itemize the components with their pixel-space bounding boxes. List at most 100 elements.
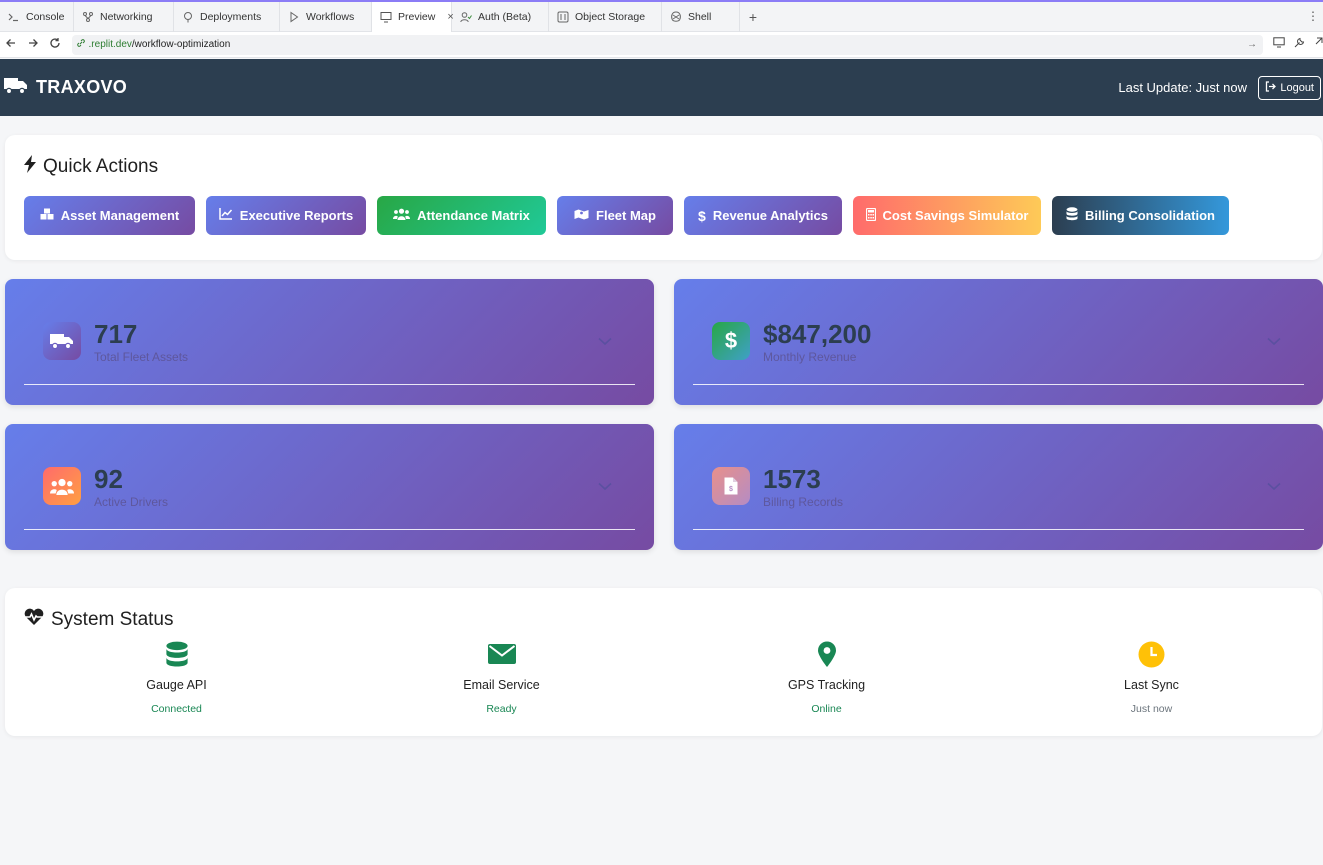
truck-icon bbox=[43, 322, 81, 360]
status-name: Gauge API bbox=[146, 678, 207, 692]
address-bar: .replit.dev/workflow-optimization → bbox=[0, 32, 1323, 58]
tab-auth[interactable]: Auth (Beta) bbox=[452, 1, 549, 32]
database-icon bbox=[14, 640, 339, 668]
users-icon bbox=[43, 467, 81, 505]
line-chart-icon bbox=[219, 208, 233, 223]
tab-label: Console bbox=[26, 10, 65, 23]
divider bbox=[24, 529, 635, 530]
chevron-down-icon[interactable] bbox=[598, 478, 612, 496]
tab-label: Networking bbox=[100, 10, 153, 23]
brand-name: TRAXOVO bbox=[36, 77, 128, 97]
cost-savings-simulator-button[interactable]: Cost Savings Simulator bbox=[853, 196, 1041, 235]
sign-out-icon bbox=[1265, 81, 1277, 95]
button-label: Billing Consolidation bbox=[1085, 208, 1215, 223]
divider bbox=[693, 529, 1304, 530]
tab-deployments[interactable]: Deployments bbox=[174, 1, 280, 32]
browser-tab-bar: Console Networking Deployments Workflows… bbox=[0, 0, 1323, 32]
shell-icon bbox=[670, 10, 682, 23]
tab-label: Object Storage bbox=[575, 10, 646, 23]
metric-card-monthly-revenue[interactable]: $ $847,200 Monthly Revenue bbox=[674, 279, 1323, 405]
app-header: TRAXOVO Last Update: Just now Logout bbox=[0, 59, 1323, 116]
fleet-map-button[interactable]: Fleet Map bbox=[557, 196, 673, 235]
envelope-icon bbox=[339, 640, 664, 668]
wrench-icon[interactable] bbox=[1293, 37, 1305, 52]
logout-label: Logout bbox=[1280, 82, 1314, 94]
metric-card-fleet-assets[interactable]: 717 Total Fleet Assets bbox=[5, 279, 654, 405]
status-state: Ready bbox=[486, 703, 517, 715]
button-label: Executive Reports bbox=[239, 208, 354, 223]
tab-object-storage[interactable]: Object Storage bbox=[549, 1, 662, 32]
divider bbox=[693, 384, 1304, 385]
url-host: .replit.dev bbox=[88, 39, 132, 50]
executive-reports-button[interactable]: Executive Reports bbox=[206, 196, 366, 235]
metric-card-billing-records[interactable]: $ 1573 Billing Records bbox=[674, 424, 1323, 550]
tab-shell[interactable]: Shell bbox=[662, 1, 740, 32]
button-label: Fleet Map bbox=[596, 208, 656, 223]
map-pin-icon bbox=[664, 640, 989, 668]
metric-value: $847,200 bbox=[763, 319, 872, 349]
monitor-icon bbox=[380, 11, 392, 23]
add-tab-button[interactable]: + bbox=[740, 9, 766, 25]
storage-icon bbox=[557, 11, 569, 23]
divider bbox=[24, 384, 635, 385]
system-status-heading: System Status bbox=[23, 608, 174, 632]
section-title-text: System Status bbox=[51, 609, 174, 630]
button-label: Attendance Matrix bbox=[417, 208, 530, 223]
attendance-matrix-button[interactable]: Attendance Matrix bbox=[377, 196, 546, 235]
bolt-icon bbox=[23, 155, 37, 179]
tab-label: Workflows bbox=[306, 10, 355, 23]
brand[interactable]: TRAXOVO bbox=[4, 75, 127, 100]
chevron-down-icon[interactable] bbox=[1267, 478, 1281, 496]
status-gauge-api: Gauge API Connected bbox=[14, 640, 339, 715]
status-name: GPS Tracking bbox=[787, 678, 866, 692]
url-field[interactable]: .replit.dev/workflow-optimization → bbox=[71, 34, 1263, 55]
button-label: Revenue Analytics bbox=[712, 208, 828, 223]
map-icon bbox=[574, 208, 589, 223]
boxes-icon bbox=[40, 208, 54, 223]
billing-consolidation-button[interactable]: Billing Consolidation bbox=[1052, 196, 1229, 235]
button-label: Cost Savings Simulator bbox=[882, 208, 1029, 223]
tab-label: Deployments bbox=[200, 10, 262, 23]
status-gps-tracking: GPS Tracking Online bbox=[664, 640, 989, 715]
metric-value: 717 bbox=[94, 319, 138, 349]
play-icon bbox=[288, 11, 300, 23]
tab-workflows[interactable]: Workflows bbox=[280, 1, 372, 32]
dollar-icon: $ bbox=[698, 207, 706, 224]
section-title-text: Quick Actions bbox=[43, 156, 159, 177]
metric-label: Monthly Revenue bbox=[763, 350, 857, 364]
reload-icon[interactable] bbox=[44, 37, 66, 52]
device-preview-icon[interactable] bbox=[1273, 37, 1285, 52]
chevron-down-icon[interactable] bbox=[598, 333, 612, 351]
database-icon bbox=[1066, 207, 1078, 224]
metric-label: Active Drivers bbox=[94, 495, 169, 509]
metric-value: 1573 bbox=[763, 464, 821, 494]
tab-networking[interactable]: Networking bbox=[74, 1, 174, 32]
asset-management-button[interactable]: Asset Management bbox=[24, 196, 195, 235]
url-path: /workflow-optimization bbox=[131, 39, 231, 50]
back-arrow-icon[interactable] bbox=[0, 37, 22, 52]
metric-card-active-drivers[interactable]: 92 Active Drivers bbox=[5, 424, 654, 550]
revenue-analytics-button[interactable]: $ Revenue Analytics bbox=[684, 196, 842, 235]
status-email-service: Email Service Ready bbox=[339, 640, 664, 715]
logout-button[interactable]: Logout bbox=[1258, 76, 1321, 100]
chevron-down-icon[interactable] bbox=[1267, 333, 1281, 351]
status-name: Last Sync bbox=[1124, 678, 1179, 692]
system-status-card: System Status Gauge API Connected Email … bbox=[5, 588, 1322, 736]
tab-console[interactable]: Console bbox=[0, 1, 74, 32]
status-last-sync: Last Sync Just now bbox=[989, 640, 1314, 715]
user-check-icon bbox=[460, 11, 472, 23]
deploy-icon bbox=[182, 11, 194, 23]
last-update-text: Last Update: Just now bbox=[1118, 80, 1247, 95]
forward-arrow-icon[interactable] bbox=[22, 37, 44, 52]
svg-text:$: $ bbox=[729, 486, 733, 493]
metric-label: Total Fleet Assets bbox=[94, 350, 189, 364]
terminal-icon bbox=[8, 11, 20, 23]
tab-preview[interactable]: Preview × bbox=[372, 1, 454, 32]
button-label: Asset Management bbox=[60, 208, 180, 223]
go-arrow-icon[interactable]: → bbox=[1247, 39, 1257, 50]
heartbeat-icon bbox=[23, 608, 45, 632]
more-menu-icon[interactable]: ⋮ bbox=[1307, 9, 1319, 23]
calculator-icon bbox=[865, 207, 876, 224]
network-icon bbox=[82, 11, 94, 23]
external-link-icon[interactable] bbox=[1313, 37, 1323, 52]
